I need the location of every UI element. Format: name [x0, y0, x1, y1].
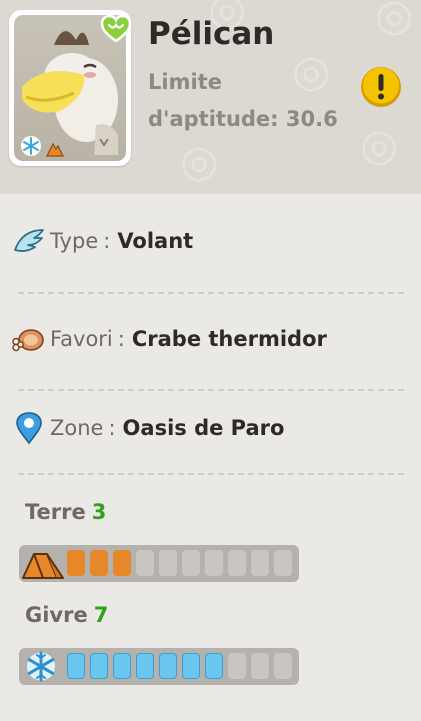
stat-terre-segment-9 — [251, 550, 269, 576]
heart-icon — [100, 14, 132, 44]
stat-givre-segment-4 — [136, 653, 154, 679]
stat-terre-segment-10 — [274, 550, 292, 576]
stat-givre-segment-10 — [274, 653, 292, 679]
stat-terre-segment-8 — [228, 550, 246, 576]
background-swirl: ◎ — [375, 0, 414, 41]
background-swirl: ◎ — [180, 136, 219, 187]
stat-terre-segment-7 — [205, 550, 223, 576]
stat-terre-segment-3 — [113, 550, 131, 576]
stat-terre-segment-1 — [67, 550, 85, 576]
stat-terre-segment-6 — [182, 550, 200, 576]
stat-terre-label: Terre 3 — [25, 500, 106, 524]
pet-header: ◎ ◎ ◎ ◎ ◎ Pélican Limite d'aptitude: 30.… — [0, 0, 421, 194]
map-pin-icon — [12, 411, 46, 445]
stat-givre-label: Givre 7 — [25, 603, 108, 627]
type-value: Volant — [117, 229, 194, 253]
stat-givre-segment-3 — [113, 653, 131, 679]
type-label: Type — [50, 229, 99, 253]
zone-value: Oasis de Paro — [122, 416, 285, 440]
stat-givre-value: 7 — [93, 603, 109, 627]
terre-icon — [21, 547, 65, 580]
divider — [18, 389, 404, 391]
stat-givre-name: Givre — [25, 603, 88, 627]
stat-terre-segment-2 — [90, 550, 108, 576]
favorite-food-row: Favori : Crabe thermidor — [12, 322, 327, 356]
warning-icon[interactable] — [360, 66, 402, 108]
meat-icon — [12, 322, 46, 356]
stat-givre-bar — [19, 648, 299, 685]
favorite-value: Crabe thermidor — [131, 327, 327, 351]
stat-givre-segment-5 — [159, 653, 177, 679]
mountain-icon — [46, 141, 64, 161]
snowflake-icon — [20, 135, 42, 161]
stat-terre-value: 3 — [91, 500, 107, 524]
zone-row: Zone : Oasis de Paro — [12, 411, 284, 445]
background-swirl: ◎ — [360, 120, 399, 171]
stat-givre-segment-1 — [67, 653, 85, 679]
divider — [18, 473, 404, 475]
stat-terre-bar — [19, 545, 299, 582]
divider — [18, 292, 404, 294]
wing-icon — [12, 224, 46, 258]
type-separator: : — [103, 229, 111, 253]
stat-terre-segment-5 — [159, 550, 177, 576]
favorite-separator: : — [117, 327, 125, 351]
favorite-label: Favori — [50, 327, 113, 351]
pet-name: Pélican — [148, 16, 275, 52]
stat-terre-name: Terre — [25, 500, 86, 524]
zone-separator: : — [108, 416, 116, 440]
aptitude-limit: Limite d'aptitude: 30.6 — [148, 64, 358, 138]
stat-givre-segment-8 — [228, 653, 246, 679]
aptitude-line-2: d'aptitude: 30.6 — [148, 107, 338, 131]
stat-terre-segment-4 — [136, 550, 154, 576]
stat-givre-segment-9 — [251, 653, 269, 679]
stat-givre-segment-7 — [205, 653, 223, 679]
stat-givre-segment-6 — [182, 653, 200, 679]
givre-icon — [21, 650, 65, 683]
zone-label: Zone — [50, 416, 104, 440]
type-row: Type : Volant — [12, 224, 193, 258]
stat-givre-segment-2 — [90, 653, 108, 679]
aptitude-line-1: Limite — [148, 70, 222, 94]
